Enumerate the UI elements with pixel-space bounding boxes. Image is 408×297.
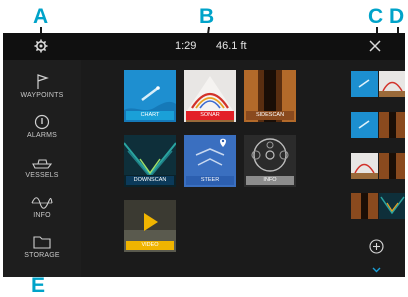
tile-label: INFO [246,176,294,185]
favorite-sidescan-sonar[interactable] [351,193,405,219]
top-bar: 1:29 46.1 ft [3,33,405,60]
callout-a: A [33,5,49,28]
sidebar-item-label: ALARMS [27,132,57,139]
signal-icon [31,197,53,209]
tile-label: DOWNSCAN [126,176,174,185]
favorite-downscan-half [379,193,405,219]
favorite-sidescan-half [379,112,405,138]
favorite-chart-sonar[interactable] [351,71,405,97]
sidebar-item-label: WAYPOINTS [20,92,64,99]
sidebar-item-label: INFO [33,212,51,219]
favorite-sonar-half [351,153,378,179]
app-tile-chart[interactable]: CHART [124,70,176,122]
callout-b: B [199,5,215,28]
sidebar-item-alarms[interactable]: ALARMS [3,112,81,150]
gear-icon[interactable] [34,39,48,56]
favorite-chart-half [351,71,378,97]
favorite-chart-half [351,112,378,138]
app-tile-sonar[interactable]: SONAR [184,70,236,122]
app-tile-sidescan[interactable]: SIDESCAN [244,70,296,122]
sidebar-item-storage[interactable]: STORAGE [3,232,81,270]
tile-label: VIDEO [126,241,174,250]
home-screen: 1:29 46.1 ft WAYPOINTS ALARMS VESSELS IN… [3,33,405,277]
favorite-chart-sidescan[interactable] [351,112,405,138]
tile-label: STEER [186,176,234,185]
app-tile-info[interactable]: INFO [244,135,296,187]
callout-c: C [368,5,384,28]
flag-icon [37,74,49,89]
favorites-panel [343,60,405,277]
tools-sidebar: WAYPOINTS ALARMS VESSELS INFO STORAGE [3,60,81,277]
favorite-sonar-sidescan[interactable] [351,153,405,179]
alarm-icon [34,114,50,130]
sidebar-item-info[interactable]: INFO [3,192,81,230]
folder-icon [33,236,51,249]
callout-d: D [389,5,405,28]
callout-e: E [31,274,46,297]
close-icon[interactable] [369,40,381,55]
vessel-icon [32,159,53,169]
add-icon[interactable] [369,239,384,259]
sidebar-item-vessels[interactable]: VESSELS [3,152,81,190]
app-tile-steer[interactable]: STEER [184,135,236,187]
favorite-sidescan-half [351,193,378,219]
tile-label: CHART [126,111,174,120]
favorite-sidescan-half [379,153,405,179]
sidebar-item-waypoints[interactable]: WAYPOINTS [3,72,81,110]
tile-label: SIDESCAN [246,111,294,120]
app-tile-video[interactable]: VIDEO [124,200,176,252]
app-tile-downscan[interactable]: DOWNSCAN [124,135,176,187]
tile-label: SONAR [186,111,234,120]
sidebar-item-label: STORAGE [24,252,60,259]
favorite-sonar-half [379,71,405,97]
time-readout: 1:29 [175,40,197,52]
chevron-down-icon[interactable] [372,260,381,277]
sidebar-item-label: VESSELS [25,172,59,179]
depth-readout: 46.1 ft [216,40,247,52]
